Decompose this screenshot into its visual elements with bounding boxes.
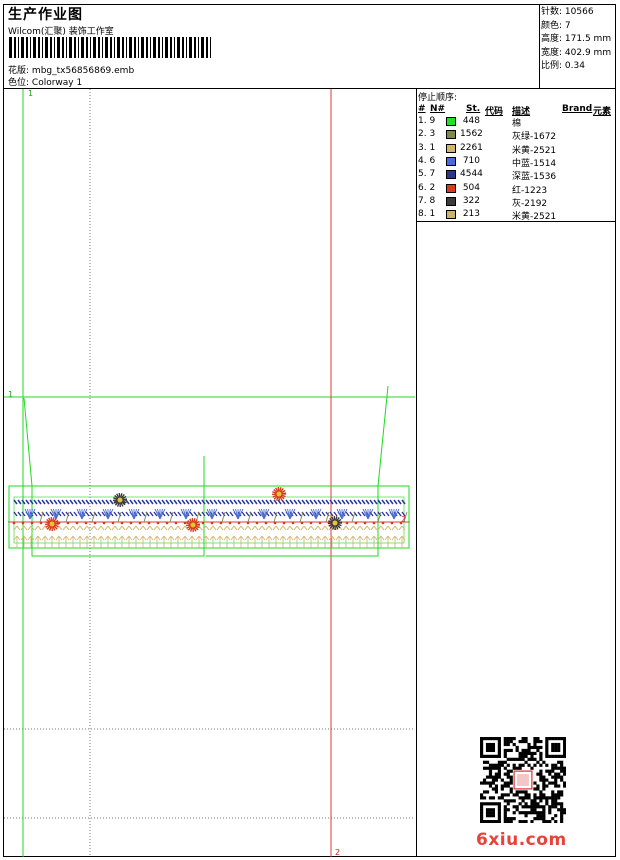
design-canvas	[4, 89, 415, 857]
qr-code	[480, 737, 566, 823]
outline-left	[23, 397, 205, 557]
guide-label-h2: 2	[401, 515, 407, 524]
embroidery-design	[12, 486, 408, 548]
guide-label-h1: 1	[8, 390, 14, 399]
outline-right	[206, 385, 389, 557]
guide-label-v2: 2	[335, 848, 341, 857]
watermark-logo: 6xiu.com	[476, 830, 567, 850]
guide-label-v1: 1	[28, 89, 34, 98]
design-bounding-box	[8, 485, 410, 549]
